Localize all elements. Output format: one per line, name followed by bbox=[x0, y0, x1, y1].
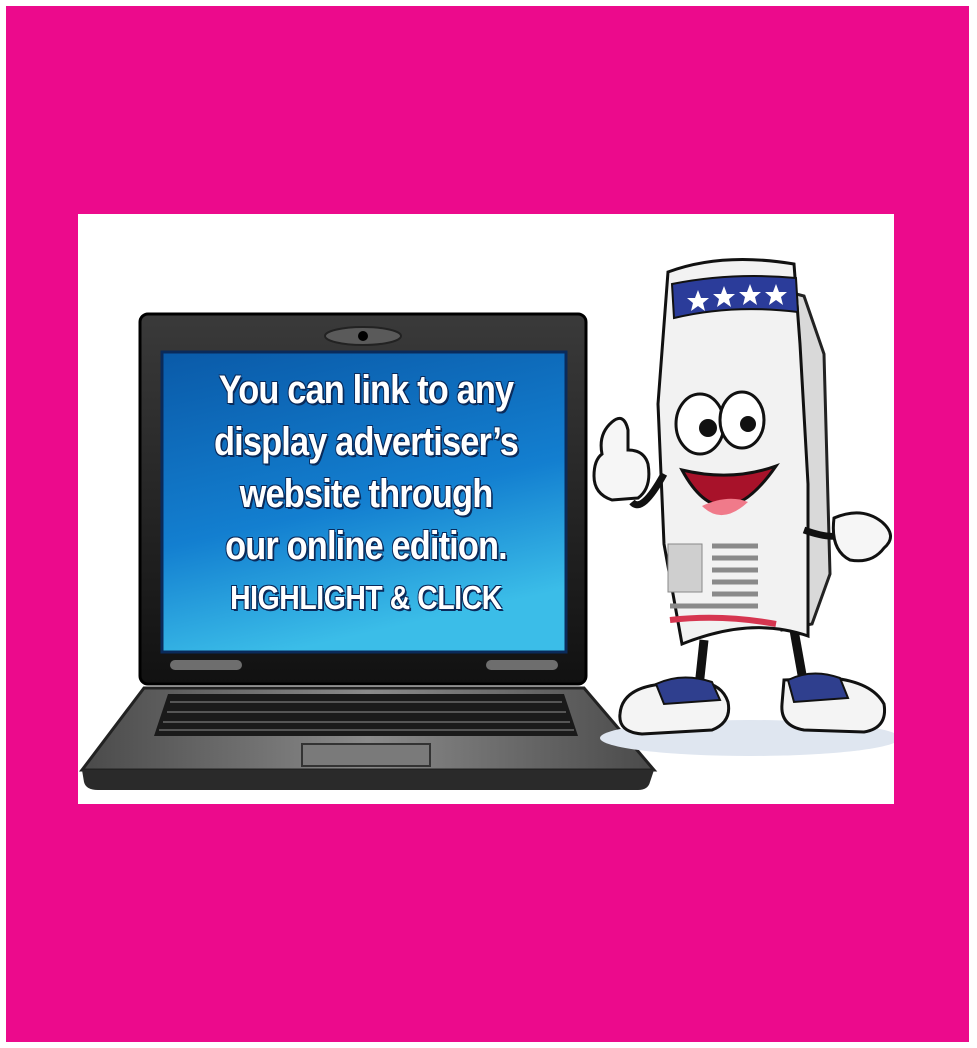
ad-card: You can link to any display advertiser’s… bbox=[78, 214, 894, 804]
highlight-click-label: HIGHLIGHT & CLICK bbox=[230, 579, 502, 616]
headline: You can link to any display advertiser’s… bbox=[213, 368, 519, 568]
screen-message: You can link to any display advertiser’s… bbox=[166, 364, 566, 618]
newspaper-mascot-icon bbox=[592, 258, 894, 756]
magenta-frame: You can link to any display advertiser’s… bbox=[6, 6, 969, 1042]
